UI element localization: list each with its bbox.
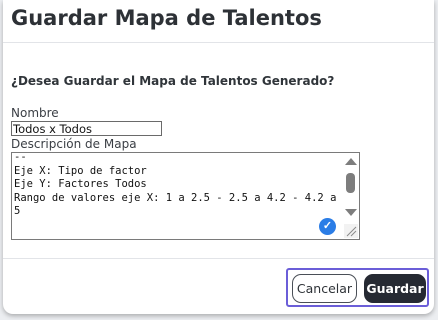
- scroll-up-arrow-icon[interactable]: [345, 158, 357, 165]
- dialog-title: Guardar Mapa de Talentos: [11, 6, 322, 30]
- scroll-thumb[interactable]: [346, 173, 355, 193]
- cancel-button[interactable]: Cancelar: [292, 274, 357, 303]
- header-divider: [3, 42, 434, 43]
- scroll-down-arrow-icon[interactable]: [345, 209, 357, 216]
- save-talent-map-dialog: Guardar Mapa de Talentos ¿Desea Guardar …: [3, 0, 434, 314]
- name-label: Nombre: [11, 106, 59, 120]
- checkmark-circle-icon: ✓: [319, 218, 336, 235]
- confirmation-question: ¿Desea Guardar el Mapa de Talentos Gener…: [11, 74, 335, 88]
- resize-handle-icon[interactable]: [344, 224, 358, 238]
- description-label: Descripción de Mapa: [11, 137, 137, 151]
- description-text[interactable]: -- Eje X: Tipo de factor Eje Y: Factores…: [14, 153, 342, 219]
- name-field[interactable]: [11, 121, 162, 136]
- description-textarea[interactable]: -- Eje X: Tipo de factor Eje Y: Factores…: [11, 152, 360, 240]
- save-button[interactable]: Guardar: [364, 274, 426, 303]
- footer-divider: [3, 258, 434, 259]
